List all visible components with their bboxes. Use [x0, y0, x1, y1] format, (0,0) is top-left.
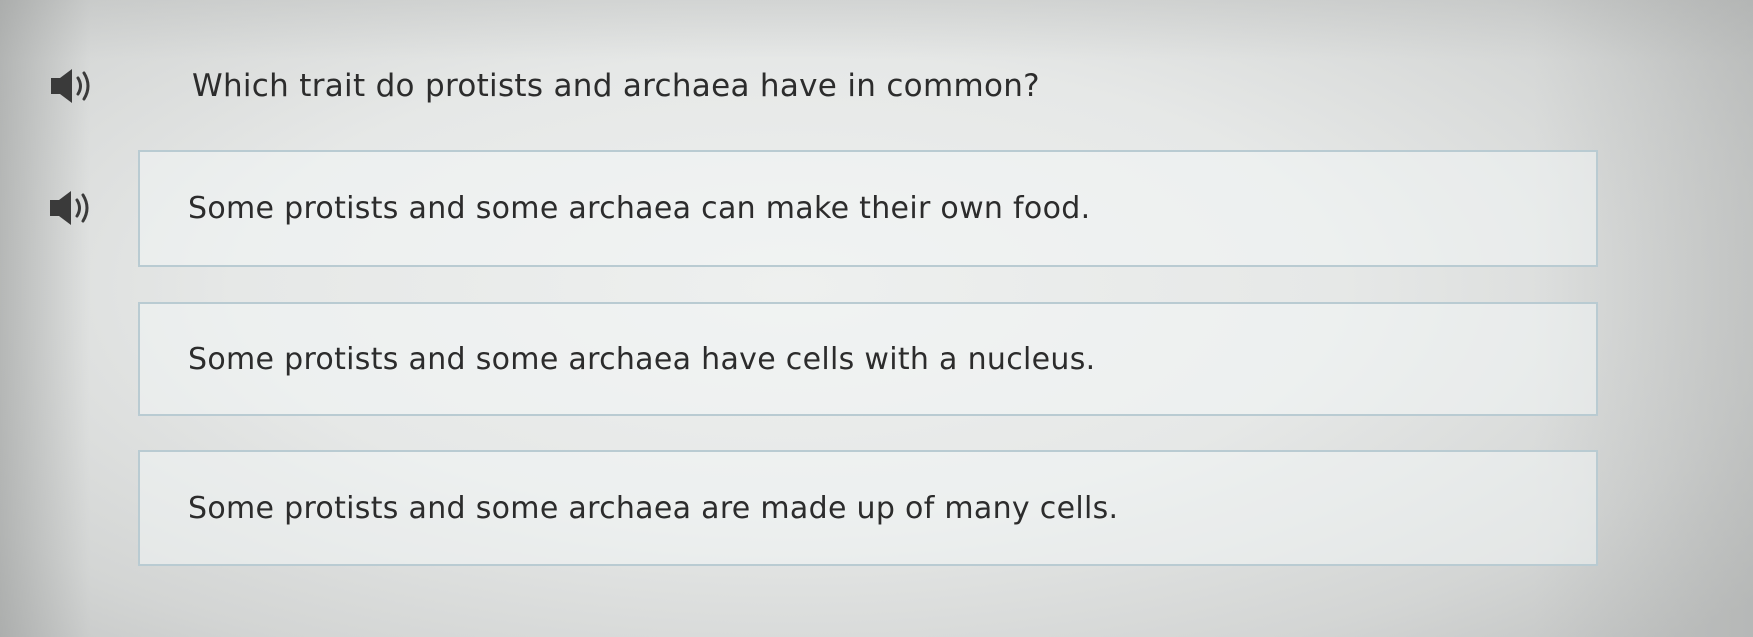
answer-choice-label: Some protists and some archaea have cell…: [188, 341, 1096, 377]
answer-choice[interactable]: Some protists and some archaea have cell…: [138, 302, 1598, 416]
answer-choice-label: Some protists and some archaea are made …: [188, 490, 1119, 526]
answer-choice[interactable]: Some protists and some archaea are made …: [138, 450, 1598, 566]
answer-choice[interactable]: Some protists and some archaea can make …: [138, 150, 1598, 267]
question-text: Which trait do protists and archaea have…: [192, 68, 1040, 104]
speaker-icon[interactable]: [46, 188, 96, 228]
answer-choice-label: Some protists and some archaea can make …: [188, 191, 1091, 226]
question-row: Which trait do protists and archaea have…: [47, 58, 1040, 114]
speaker-icon[interactable]: [47, 66, 97, 106]
